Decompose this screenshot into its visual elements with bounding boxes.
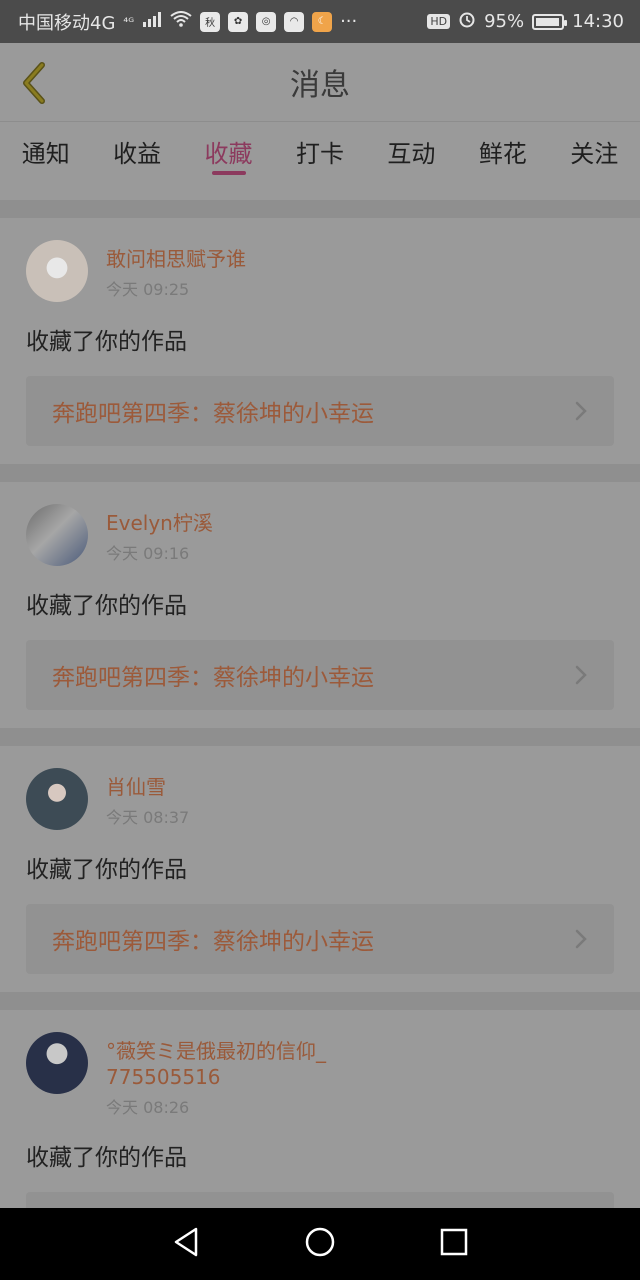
battery-icon: [532, 13, 568, 30]
status-left: 中国移动4G ⁴ᴳ 秋 ✿ ◎ ◠ ☾ ···: [18, 9, 357, 35]
nav-home-icon[interactable]: [304, 1226, 336, 1262]
work-link[interactable]: 奔跑吧第四季：蔡徐坤的小幸运: [26, 376, 614, 446]
battery-level-fill: [536, 17, 560, 26]
carrier-text: 中国移动4G: [18, 12, 116, 34]
message-card: Evelyn柠溪今天 09:16 收藏了你的作品奔跑吧第四季：蔡徐坤的小幸运: [0, 482, 640, 728]
signal-icon: [142, 11, 162, 32]
work-title: 奔跑吧第四季：蔡徐坤的小幸运: [52, 401, 374, 427]
wifi-icon: [170, 11, 192, 32]
tab-3[interactable]: 打卡: [274, 122, 365, 181]
username[interactable]: 肖仙雪: [106, 774, 189, 800]
work-link[interactable]: 奔跑吧第四季：蔡徐坤的小幸运: [26, 640, 614, 710]
app-notif-icon-1: 秋: [200, 11, 221, 32]
app-notif-icon-3: ◠: [284, 11, 305, 32]
work-link[interactable]: 奔跑吧第四季：蔡徐坤的小幸运: [26, 904, 614, 974]
battery-percent: 95%: [484, 11, 525, 32]
status-right: HD 95% 14:30: [427, 10, 624, 33]
avatar[interactable]: [26, 240, 88, 302]
alarm-icon: [458, 10, 476, 33]
message-feed: 敢问相思赋予谁 今天 09:25 收藏了你的作品 奔跑吧第四季：蔡徐坤的小幸运 Evel…: [0, 200, 640, 1208]
message-card: °薇笑ミ是俄最初的信仰_775505516 今天 08:26 收藏了你的作品奔跑吧第…: [0, 1010, 640, 1208]
user-row: Evelyn柠溪今天 09:16: [26, 504, 614, 566]
action-text: 收藏了你的作品: [26, 857, 187, 883]
action-text: 收藏了你的作品: [26, 329, 187, 355]
work-link[interactable]: 奔跑吧第四季：蔡徐坤的小幸运: [26, 1192, 614, 1208]
app-header: 消息: [0, 43, 640, 121]
avatar[interactable]: [26, 504, 88, 566]
system-nav-bar: [0, 1208, 640, 1280]
user-meta: 肖仙雪今天 08:37: [106, 768, 189, 828]
chevron-right-icon: [575, 665, 587, 685]
avatar[interactable]: [26, 1032, 88, 1094]
status-bar: 中国移动4G ⁴ᴳ 秋 ✿ ◎ ◠ ☾ ··· HD 95% 14:30: [0, 0, 640, 43]
timestamp: 今天 09:25: [106, 280, 190, 299]
user-meta: °薇笑ミ是俄最初的信仰_775505516 今天 08:26: [106, 1032, 336, 1118]
app-notif-icon-2: ◎: [256, 11, 277, 32]
tab-2[interactable]: 收藏: [183, 122, 274, 181]
uc-browser-icon: ☾: [312, 11, 333, 32]
username[interactable]: °薇笑ミ是俄最初的信仰_775505516: [106, 1038, 336, 1090]
nav-back-icon[interactable]: [172, 1227, 200, 1261]
timestamp: 今天 08:26: [106, 1098, 190, 1117]
action-text: 收藏了你的作品: [26, 593, 187, 619]
user-meta: 敢问相思赋予谁今天 09:25: [106, 240, 246, 300]
avatar[interactable]: [26, 768, 88, 830]
message-tabs: 通知 收益 收藏 打卡 互动 鲜花 关注: [0, 121, 640, 181]
message-card: 敢问相思赋予谁今天 09:25 收藏了你的作品奔跑吧第四季：蔡徐坤的小幸运: [0, 218, 640, 464]
user-row: 肖仙雪今天 08:37: [26, 768, 614, 830]
username[interactable]: Evelyn柠溪: [106, 510, 213, 536]
work-title: 奔跑吧第四季：蔡徐坤的小幸运: [52, 929, 374, 955]
tab-1[interactable]: 收益: [91, 122, 182, 181]
hd-badge: HD: [427, 14, 451, 29]
network-type: ⁴ᴳ: [123, 14, 135, 29]
tab-4[interactable]: 互动: [366, 122, 457, 181]
tab-0[interactable]: 通知: [0, 122, 91, 181]
page-title: 消息: [290, 68, 350, 103]
back-button[interactable]: [16, 61, 56, 105]
chevron-right-icon: [575, 929, 587, 949]
user-meta: Evelyn柠溪今天 09:16: [106, 504, 213, 564]
username[interactable]: 敢问相思赋予谁: [106, 246, 246, 272]
action-text: 收藏了你的作品: [26, 1145, 187, 1171]
back-arrow-icon: [23, 62, 45, 104]
tab-6[interactable]: 关注: [549, 122, 640, 181]
timestamp: 今天 08:37: [106, 808, 190, 827]
message-card: 肖仙雪今天 08:37 收藏了你的作品奔跑吧第四季：蔡徐坤的小幸运: [0, 746, 640, 992]
chevron-right-icon: [575, 401, 587, 421]
baidu-icon: ✿: [228, 11, 249, 32]
timestamp: 今天 09:16: [106, 544, 190, 563]
user-row: 敢问相思赋予谁今天 09:25: [26, 240, 614, 302]
more-notifications-icon: ···: [340, 11, 358, 32]
nav-recents-icon[interactable]: [440, 1228, 468, 1260]
user-row: °薇笑ミ是俄最初的信仰_775505516 今天 08:26: [26, 1032, 614, 1118]
work-title: 奔跑吧第四季：蔡徐坤的小幸运: [52, 665, 374, 691]
tab-5[interactable]: 鲜花: [457, 122, 548, 181]
clock: 14:30: [572, 11, 624, 32]
